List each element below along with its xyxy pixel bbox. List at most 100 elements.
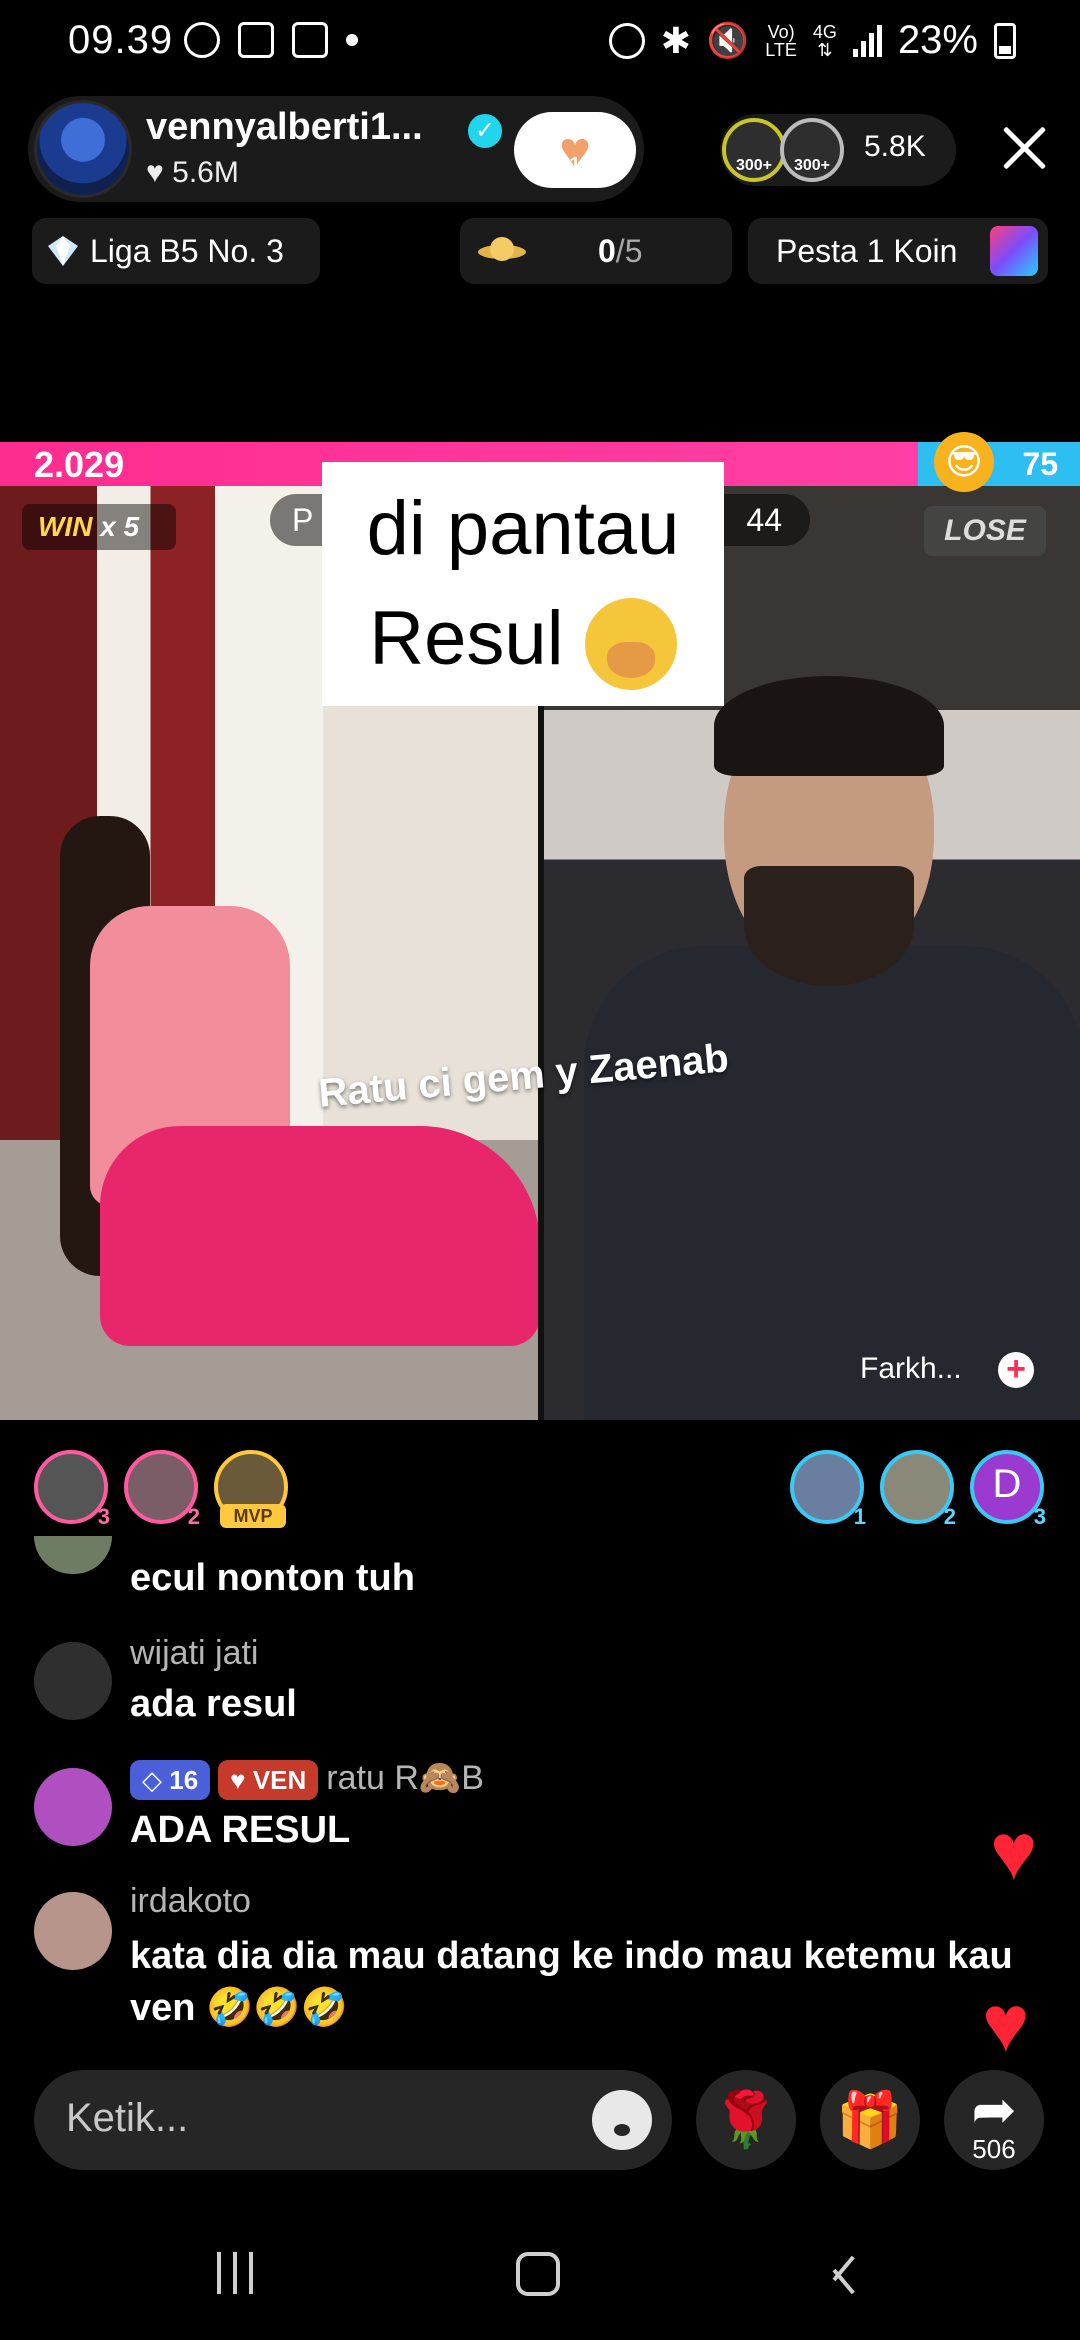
host-supporter-avatar[interactable]: 2 bbox=[124, 1450, 200, 1529]
hand-over-mouth-emoji-icon bbox=[584, 597, 677, 690]
floating-heart-icon: ♥ bbox=[982, 1979, 1030, 2068]
viewer-badge: 300+ bbox=[735, 157, 773, 174]
cool-emoji-icon: 😎 bbox=[934, 432, 994, 492]
goal-progress: 0/5 bbox=[598, 233, 643, 269]
mute-icon: 🔇 bbox=[706, 21, 750, 60]
home-icon[interactable] bbox=[516, 2252, 560, 2296]
fan-heart-small-icon: ♥ bbox=[230, 1765, 246, 1795]
share-icon: ➦ bbox=[971, 2080, 1017, 2140]
lose-badge: LOSE bbox=[924, 506, 1046, 556]
bluetooth-icon: ✱ bbox=[660, 19, 691, 61]
league-label: Liga B5 No. 3 bbox=[90, 233, 284, 269]
host-name[interactable]: vennyalberti1... bbox=[146, 106, 423, 149]
status-time: 09.39 bbox=[68, 18, 174, 62]
host-avatar[interactable] bbox=[34, 100, 132, 198]
host-supporter-avatar[interactable]: 3 bbox=[34, 1450, 110, 1529]
comment-input-placeholder: Ketik... bbox=[66, 2096, 189, 2140]
event-label: Pesta 1 Koin bbox=[776, 233, 958, 269]
comment-text: kata dia dia mau datang ke indo mau kete… bbox=[130, 1935, 1013, 2029]
opponent-supporter-avatar[interactable]: D3 bbox=[970, 1450, 1046, 1529]
supporter-rank: 1 bbox=[853, 1504, 866, 1529]
whatsapp-icon bbox=[184, 22, 220, 58]
win-label: WIN bbox=[38, 511, 93, 542]
signal-icon bbox=[852, 24, 882, 57]
comment-username[interactable]: ratu R🙈B bbox=[326, 1759, 484, 1797]
supporter-rank: 2 bbox=[187, 1504, 200, 1529]
comment-text: ecul nonton tuh bbox=[130, 1557, 415, 1599]
notification-dot-icon bbox=[346, 34, 358, 46]
goal-pill[interactable]: 0/5 bbox=[460, 218, 732, 284]
fan-club-name: VEN bbox=[252, 1765, 307, 1795]
supporter-rank: 3 bbox=[97, 1504, 110, 1529]
opponent-figure-beard bbox=[744, 866, 914, 986]
rose-gift-button[interactable]: 🌹 bbox=[696, 2070, 796, 2170]
comment-avatar[interactable] bbox=[34, 1892, 112, 1970]
heart-small-icon: ♥ bbox=[146, 156, 164, 189]
fan-club-badge: ♥ VEN bbox=[218, 1760, 319, 1800]
alarm-icon bbox=[608, 22, 645, 59]
mvp-tag: MVP bbox=[220, 1504, 286, 1528]
screenshot-icon bbox=[238, 22, 274, 58]
fan-heart-icon: ♥ 1 bbox=[546, 122, 604, 180]
comment-avatar[interactable] bbox=[34, 1768, 112, 1846]
comment-username[interactable]: wijati jati bbox=[130, 1634, 258, 1673]
caption-line-1: di pantau bbox=[366, 486, 680, 571]
comment-user-row: ◇ 16 ♥ VEN ratu R🙈B bbox=[130, 1758, 484, 1800]
comment-text: ada resul bbox=[130, 1683, 297, 1725]
rose-icon: 🌹 bbox=[712, 2090, 780, 2150]
opponent-name[interactable]: Farkh... bbox=[860, 1352, 962, 1386]
event-icon bbox=[990, 226, 1038, 276]
battery-percent: 23% bbox=[897, 18, 978, 62]
win-multiplier: x 5 bbox=[100, 511, 140, 542]
opponent-supporter-avatar[interactable]: 1 bbox=[790, 1450, 866, 1529]
verified-badge-icon: ✓ bbox=[468, 114, 502, 148]
supporter-initial: D bbox=[992, 1462, 1022, 1506]
gift-button[interactable]: 🎁 bbox=[820, 2070, 920, 2170]
recent-apps-icon[interactable] bbox=[210, 2252, 260, 2294]
opponent-supporter-avatar[interactable]: 2 bbox=[880, 1450, 956, 1529]
comment-avatar[interactable] bbox=[34, 1642, 112, 1720]
chip-right-text: 44 bbox=[746, 502, 782, 538]
diamond-icon bbox=[48, 236, 78, 266]
back-icon[interactable] bbox=[826, 2250, 856, 2296]
viewer-count[interactable]: 5.8K bbox=[864, 130, 926, 164]
host-figure-pants bbox=[100, 1126, 538, 1346]
data-4g-icon: 4G ⇅ bbox=[812, 21, 837, 60]
opponent-figure-suit bbox=[584, 946, 1080, 1420]
host-likes-value: 5.6M bbox=[172, 156, 239, 189]
emoji-icon[interactable] bbox=[592, 2090, 652, 2150]
top-viewer-avatar[interactable]: 300+ bbox=[722, 118, 786, 182]
gift-icon: 🎁 bbox=[836, 2090, 904, 2150]
follow-opponent-button[interactable]: + bbox=[998, 1352, 1034, 1388]
status-system-icons: ✱ 🔇 Vo) LTE 4G ⇅ 23% bbox=[608, 18, 1016, 63]
mvp-avatar[interactable]: MVP bbox=[214, 1450, 288, 1528]
fan-heart-count: 1 bbox=[569, 154, 581, 176]
battery-icon bbox=[994, 22, 1016, 59]
supporter-rank: 3 bbox=[1033, 1504, 1046, 1529]
status-bar: 09.39 ✱ 🔇 Vo) LTE 4G ⇅ 23% bbox=[0, 0, 1080, 84]
screen-record-icon bbox=[292, 22, 328, 58]
score-right: 75 bbox=[1022, 446, 1058, 482]
top-viewer-avatar[interactable]: 300+ bbox=[780, 118, 844, 182]
floating-heart-icon: ♥ bbox=[990, 1807, 1038, 1896]
score-left: 2.029 bbox=[34, 444, 125, 485]
diamond-level-icon: ◇ bbox=[142, 1765, 162, 1795]
follow-button[interactable]: ♥ 1 bbox=[514, 112, 636, 188]
host-likes: ♥ 5.6M bbox=[146, 156, 239, 190]
comment-username[interactable]: irdakoto bbox=[130, 1882, 251, 1921]
chip-left-text: P bbox=[292, 502, 314, 538]
level-badge: ◇ 16 bbox=[130, 1760, 211, 1800]
supporter-rank: 2 bbox=[943, 1504, 956, 1529]
close-icon[interactable] bbox=[1000, 124, 1048, 172]
viewer-badge: 300+ bbox=[793, 157, 831, 174]
win-streak-badge: WIN x 5 bbox=[22, 504, 176, 550]
comment-avatar[interactable] bbox=[34, 1536, 112, 1574]
league-pill[interactable]: Liga B5 No. 3 bbox=[32, 218, 320, 284]
opponent-figure-hair bbox=[714, 676, 944, 776]
share-count: 506 bbox=[972, 2134, 1016, 2164]
comment-input[interactable]: Ketik... bbox=[34, 2070, 672, 2170]
event-pill[interactable]: Pesta 1 Koin bbox=[748, 218, 1048, 284]
volte-icon: Vo) LTE bbox=[765, 21, 797, 60]
share-button[interactable]: ➦ 506 bbox=[944, 2070, 1044, 2170]
caption-line-2: Resul bbox=[369, 596, 564, 681]
